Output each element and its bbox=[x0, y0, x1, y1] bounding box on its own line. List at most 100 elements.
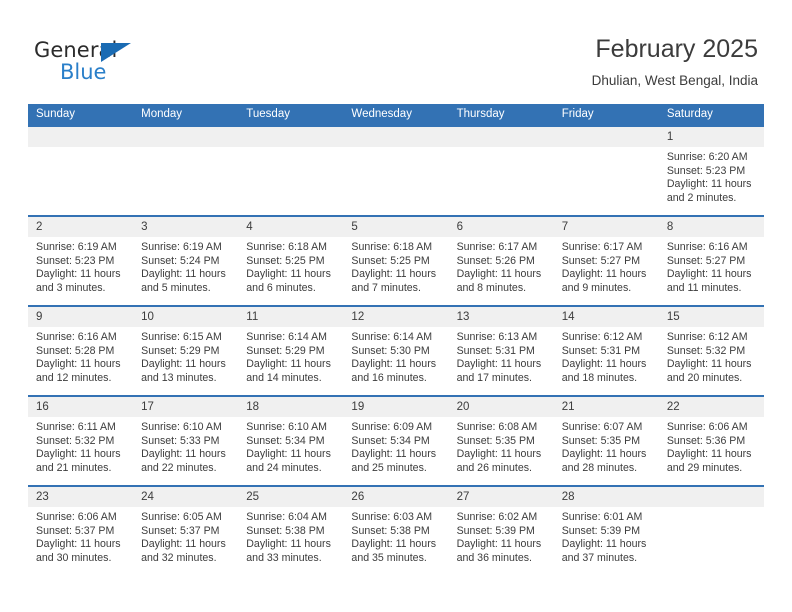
day-number[interactable]: 22 bbox=[659, 397, 764, 417]
day-number[interactable]: 5 bbox=[343, 217, 448, 237]
daylight-line-2: and 33 minutes. bbox=[246, 551, 322, 564]
day-cell[interactable]: Sunrise: 6:12 AM Sunset: 5:31 PM Daylight:… bbox=[554, 327, 659, 395]
day-number[interactable]: 4 bbox=[238, 217, 343, 237]
day-number[interactable]: 25 bbox=[238, 487, 343, 507]
daylight-line-1: Daylight: 11 hours bbox=[351, 448, 437, 461]
sunset-line: Sunset: 5:38 PM bbox=[246, 524, 325, 537]
day-number[interactable]: 20 bbox=[449, 397, 554, 417]
day-cell[interactable]: Sunrise: 6:06 AM Sunset: 5:36 PM Daylight:… bbox=[659, 417, 764, 485]
day-cell[interactable]: Sunrise: 6:08 AM Sunset: 5:35 PM Daylight:… bbox=[449, 417, 554, 485]
daylight-line-1: Daylight: 11 hours bbox=[141, 538, 226, 551]
day-number[interactable]: 15 bbox=[659, 307, 764, 327]
day-cell[interactable]: Sunrise: 6:17 AM Sunset: 5:26 PM Daylight:… bbox=[449, 237, 554, 305]
day-number[interactable]: 2 bbox=[28, 217, 133, 237]
day-number[interactable]: 19 bbox=[343, 397, 448, 417]
sunset-line: Sunset: 5:36 PM bbox=[666, 434, 746, 447]
day-number[interactable]: 7 bbox=[554, 217, 659, 237]
sunrise-line: Sunrise: 6:08 AM bbox=[456, 421, 538, 433]
day-number[interactable]: 9 bbox=[28, 307, 133, 327]
day-cell[interactable]: Sunrise: 6:07 AM Sunset: 5:35 PM Daylight:… bbox=[554, 417, 659, 485]
day-cell-empty bbox=[449, 147, 554, 215]
weekday-header-saturday: Saturday bbox=[666, 108, 713, 120]
daylight-line-2: and 3 minutes. bbox=[36, 281, 106, 294]
week-row: 23 24 25 26 27 28 Sunrise: 6:06 AM Sunset: 5:37… bbox=[28, 485, 764, 575]
day-number[interactable]: 17 bbox=[133, 397, 238, 417]
sunset-line: Sunset: 5:25 PM bbox=[351, 254, 430, 267]
sunset-line: Sunset: 5:23 PM bbox=[36, 254, 115, 267]
day-number[interactable]: 26 bbox=[343, 487, 448, 507]
day-number-empty bbox=[449, 127, 554, 147]
day-number[interactable]: 13 bbox=[449, 307, 554, 327]
day-number[interactable]: 16 bbox=[28, 397, 133, 417]
daylight-line-2: and 26 minutes. bbox=[456, 461, 532, 474]
daylight-line-2: and 16 minutes. bbox=[351, 371, 427, 384]
sunset-line: Sunset: 5:24 PM bbox=[141, 254, 220, 267]
day-cell[interactable]: Sunrise: 6:12 AM Sunset: 5:32 PM Daylight:… bbox=[659, 327, 764, 395]
week-daynumber-band: 23 24 25 26 27 28 bbox=[28, 487, 764, 507]
day-number[interactable]: 3 bbox=[133, 217, 238, 237]
day-number[interactable]: 12 bbox=[343, 307, 448, 327]
daylight-line-2: and 22 minutes. bbox=[141, 461, 217, 474]
sunset-line: Sunset: 5:25 PM bbox=[246, 254, 325, 267]
day-cell-empty bbox=[659, 507, 764, 575]
day-cell[interactable]: Sunrise: 6:18 AM Sunset: 5:25 PM Daylight:… bbox=[238, 237, 343, 305]
sunrise-line: Sunrise: 6:14 AM bbox=[246, 331, 327, 343]
day-cell[interactable]: Sunrise: 6:02 AM Sunset: 5:39 PM Daylight:… bbox=[449, 507, 554, 575]
day-cell[interactable]: Sunrise: 6:16 AM Sunset: 5:27 PM Daylight:… bbox=[659, 237, 764, 305]
daylight-line-1: Daylight: 11 hours bbox=[141, 358, 226, 371]
day-number[interactable]: 14 bbox=[554, 307, 659, 327]
day-number[interactable]: 24 bbox=[133, 487, 238, 507]
sunset-line: Sunset: 5:34 PM bbox=[246, 434, 325, 447]
day-cell[interactable]: Sunrise: 6:11 AM Sunset: 5:32 PM Daylight:… bbox=[28, 417, 133, 485]
daylight-line-2: and 28 minutes. bbox=[561, 461, 638, 474]
sunrise-line: Sunrise: 6:01 AM bbox=[561, 511, 643, 523]
sunrise-line: Sunrise: 6:16 AM bbox=[666, 241, 748, 253]
sunset-line: Sunset: 5:29 PM bbox=[141, 344, 220, 357]
day-cell[interactable]: Sunrise: 6:15 AM Sunset: 5:29 PM Daylight:… bbox=[133, 327, 238, 395]
sunset-line: Sunset: 5:26 PM bbox=[456, 254, 535, 267]
day-cell[interactable]: Sunrise: 6:19 AM Sunset: 5:23 PM Daylight:… bbox=[28, 237, 133, 305]
day-cell[interactable]: Sunrise: 6:18 AM Sunset: 5:25 PM Daylight:… bbox=[343, 237, 448, 305]
day-cell[interactable]: Sunrise: 6:14 AM Sunset: 5:30 PM Daylight:… bbox=[343, 327, 448, 395]
day-number[interactable]: 8 bbox=[659, 217, 764, 237]
day-number[interactable]: 21 bbox=[554, 397, 659, 417]
daylight-line-1: Daylight: 11 hours bbox=[351, 538, 437, 551]
day-number[interactable]: 27 bbox=[449, 487, 554, 507]
day-number[interactable]: 23 bbox=[28, 487, 133, 507]
day-cell[interactable]: Sunrise: 6:17 AM Sunset: 5:27 PM Daylight:… bbox=[554, 237, 659, 305]
sunrise-line: Sunrise: 6:14 AM bbox=[351, 331, 433, 343]
day-cell[interactable]: Sunrise: 6:05 AM Sunset: 5:37 PM Daylight:… bbox=[133, 507, 238, 575]
weekday-header-sunday: Sunday bbox=[36, 108, 76, 120]
day-cell[interactable]: Sunrise: 6:10 AM Sunset: 5:34 PM Daylight:… bbox=[238, 417, 343, 485]
week-row: 9 10 11 12 13 14 15 Sunrise: 6:16 AM Sunset: 5:2… bbox=[28, 305, 764, 395]
day-number[interactable]: 11 bbox=[238, 307, 343, 327]
week-row: 2 3 4 5 6 7 8 Sunrise: 6:19 AM Sunset: 5:23 PM Da… bbox=[28, 215, 764, 305]
title-block: February 2025 Dhulian, West Bengal, Indi… bbox=[592, 34, 758, 89]
daylight-line-1: Daylight: 11 hours bbox=[456, 268, 542, 281]
day-cell[interactable]: Sunrise: 6:09 AM Sunset: 5:34 PM Daylight:… bbox=[343, 417, 448, 485]
day-cell[interactable]: Sunrise: 6:14 AM Sunset: 5:29 PM Daylight:… bbox=[238, 327, 343, 395]
sunrise-line: Sunrise: 6:04 AM bbox=[246, 511, 327, 523]
day-number[interactable]: 10 bbox=[133, 307, 238, 327]
day-cell[interactable]: Sunrise: 6:01 AM Sunset: 5:39 PM Daylight:… bbox=[554, 507, 659, 575]
day-number[interactable]: 28 bbox=[554, 487, 659, 507]
day-number[interactable]: 1 bbox=[659, 127, 764, 147]
day-cell-empty bbox=[133, 147, 238, 215]
day-number[interactable]: 6 bbox=[449, 217, 554, 237]
daylight-line-1: Daylight: 11 hours bbox=[246, 268, 331, 281]
day-cell[interactable]: Sunrise: 6:04 AM Sunset: 5:38 PM Daylight:… bbox=[238, 507, 343, 575]
day-number[interactable]: 18 bbox=[238, 397, 343, 417]
week-detail-band: Sunrise: 6:20 AM Sunset: 5:23 PM Daylight:… bbox=[28, 147, 764, 215]
day-cell[interactable]: Sunrise: 6:16 AM Sunset: 5:28 PM Daylight:… bbox=[28, 327, 133, 395]
daylight-line-2: and 9 minutes. bbox=[561, 281, 632, 294]
day-cell[interactable]: Sunrise: 6:06 AM Sunset: 5:37 PM Daylight:… bbox=[28, 507, 133, 575]
day-cell[interactable]: Sunrise: 6:10 AM Sunset: 5:33 PM Daylight:… bbox=[133, 417, 238, 485]
day-number-empty bbox=[659, 487, 764, 507]
sunset-line: Sunset: 5:29 PM bbox=[246, 344, 325, 357]
day-cell[interactable]: Sunrise: 6:19 AM Sunset: 5:24 PM Daylight:… bbox=[133, 237, 238, 305]
day-cell[interactable]: Sunrise: 6:13 AM Sunset: 5:31 PM Daylight:… bbox=[449, 327, 554, 395]
general-blue-logo[interactable]: General Blue bbox=[34, 38, 164, 86]
daylight-line-2: and 8 minutes. bbox=[456, 281, 527, 294]
day-cell[interactable]: Sunrise: 6:03 AM Sunset: 5:38 PM Daylight:… bbox=[343, 507, 448, 575]
day-cell[interactable]: Sunrise: 6:20 AM Sunset: 5:23 PM Daylight:… bbox=[659, 147, 764, 215]
